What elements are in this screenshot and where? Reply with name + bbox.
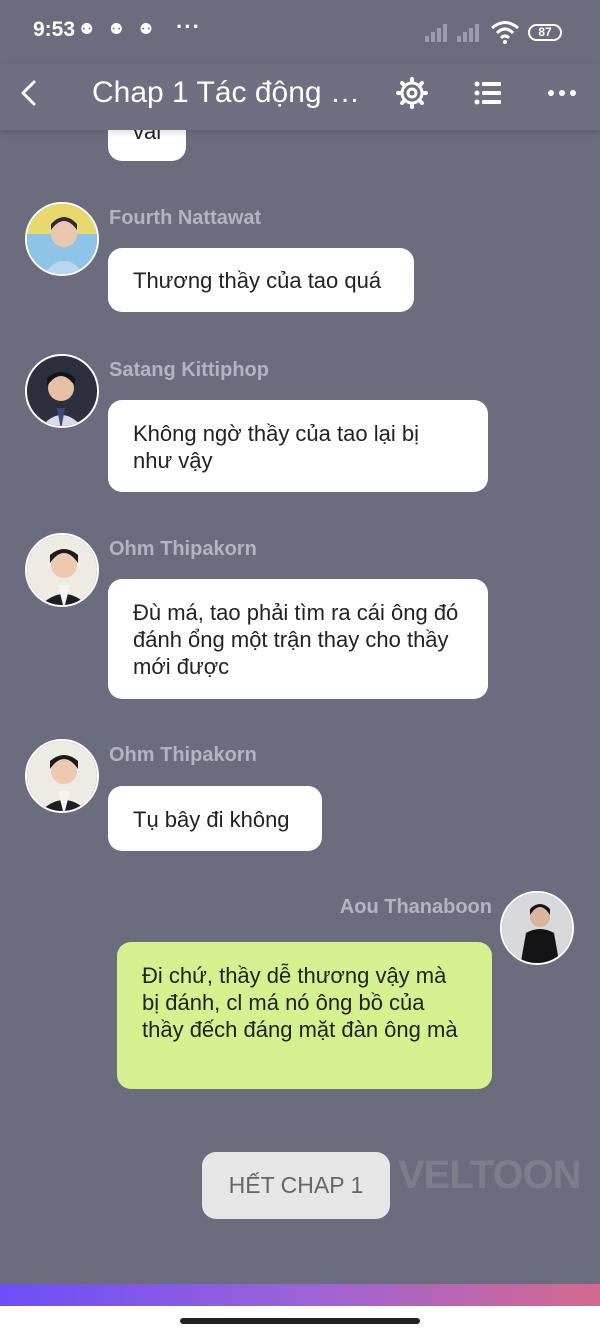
home-indicator[interactable]	[180, 1318, 420, 1324]
status-more-icon: ···	[176, 14, 201, 39]
gesture-bar	[0, 1306, 600, 1333]
avatar[interactable]	[25, 202, 99, 276]
bottom-gradient-bar	[0, 1284, 600, 1306]
back-icon[interactable]	[14, 78, 44, 108]
avatar[interactable]	[500, 891, 574, 965]
end-chapter-button[interactable]: HẾT CHAP 1	[202, 1152, 390, 1219]
avatar[interactable]	[25, 354, 99, 428]
sender-name: Ohm Thipakorn	[109, 538, 257, 560]
message-bubble: Không ngờ thầy của tao lại bị như vậy	[108, 400, 488, 492]
gear-icon[interactable]	[395, 76, 429, 110]
avatar[interactable]	[25, 739, 99, 813]
sender-name: Fourth Nattawat	[109, 207, 262, 229]
message-bubble: Thương thầy của tao quá	[108, 248, 414, 312]
message-bubble-mine: Đi chứ, thầy dễ thương vậy mà bị đánh, c…	[117, 942, 492, 1089]
message-text: Đi chứ, thầy dễ thương vậy mà bị đánh, c…	[142, 963, 458, 1042]
sender-name: Satang Kittiphop	[109, 359, 269, 381]
status-time: 9:53	[33, 18, 76, 41]
battery-indicator: 87	[528, 24, 562, 41]
message-text: Không ngờ thầy của tao lại bị như vậy	[133, 421, 419, 473]
signal-icon-2	[457, 24, 479, 42]
message-text: Thương thầy của tao quá	[133, 268, 382, 293]
chat-area[interactable]: vai Fourth Nattawat Thương thầy của tao …	[0, 130, 600, 1280]
chapter-header: Chap 1 Tác động v...	[0, 64, 600, 130]
chapter-title: Chap 1 Tác động v...	[92, 76, 362, 109]
notification-icons: ⚉ ⚉ ⚉	[80, 21, 159, 38]
status-bar: 9:53 ⚉ ⚉ ⚉ ··· 87	[0, 0, 600, 64]
message-bubble: Đù má, tao phải tìm ra cái ông đó đánh ổ…	[108, 579, 488, 699]
message-text: vai	[133, 130, 162, 144]
message-text: Đù má, tao phải tìm ra cái ông đó đánh ổ…	[133, 600, 459, 679]
list-icon[interactable]	[471, 76, 505, 110]
sender-name: Aou Thanaboon	[339, 896, 492, 918]
sender-name: Ohm Thipakorn	[109, 744, 257, 766]
message-text: Tụ bây đi không	[133, 807, 290, 832]
message-bubble: Tụ bây đi không	[108, 786, 322, 851]
watermark: VELTOON	[398, 1153, 582, 1197]
avatar[interactable]	[25, 533, 99, 607]
message-bubble: vai	[108, 130, 187, 161]
wifi-icon	[491, 21, 519, 44]
signal-icon	[425, 24, 447, 42]
more-dots-icon[interactable]	[545, 76, 579, 110]
